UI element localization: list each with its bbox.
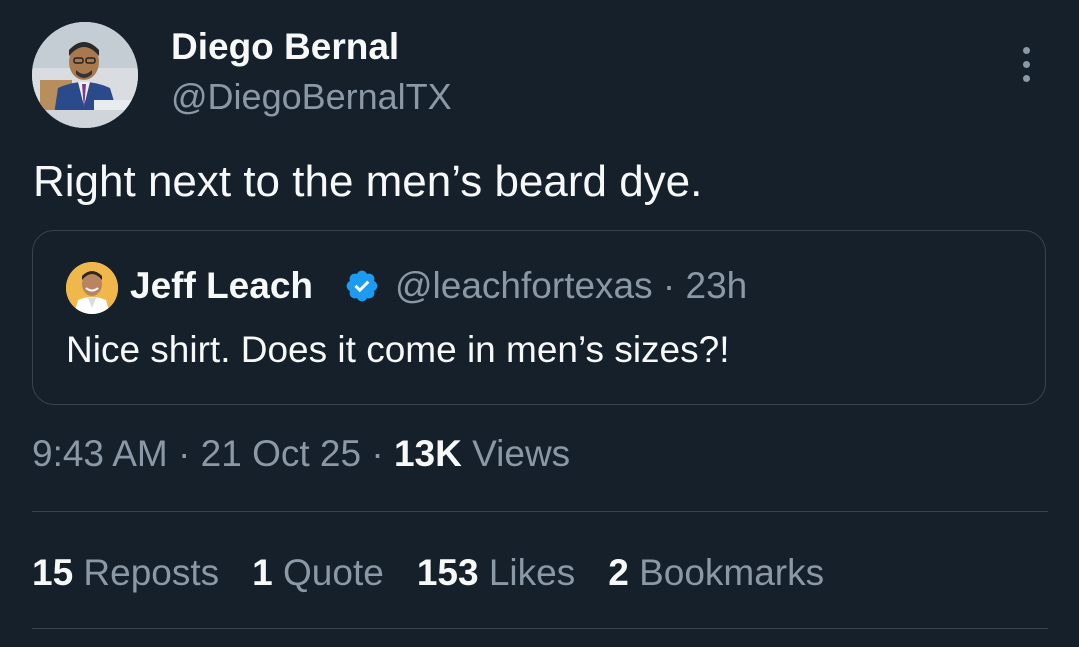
quotes-count: 1 [252,552,273,593]
profile-photo-icon [66,262,118,314]
quoted-author-name[interactable]: Jeff Leach [130,261,313,311]
verified-badge-icon [346,270,378,302]
quoted-tweet-text: Nice shirt. Does it come in men’s sizes?… [66,329,730,370]
likes-count: 153 [416,552,479,593]
profile-photo-icon [32,22,138,128]
reposts-count: 15 [32,552,74,593]
tweet-meta: 9:43 AM · 21 Oct 25 · 13K Views [32,429,570,479]
more-dots-icon [1022,46,1030,54]
likes-label: Likes [478,552,576,593]
more-dot [1022,74,1030,82]
more-dot [1022,60,1030,68]
meta-separator: · [361,433,394,474]
engagement-stats: 15 Reposts 1 Quote 153 Likes 2 Bookmarks [32,548,857,598]
views-label: Views [461,433,571,474]
tweet-time[interactable]: 9:43 AM [32,433,168,474]
likes-stat[interactable]: 153 Likes [417,548,575,598]
quoted-author-avatar[interactable] [66,262,118,314]
quoted-author-handle-time[interactable]: @leachfortexas · 23h [395,261,747,311]
author-handle[interactable]: @DiegoBernalTX [171,74,452,120]
views-count: 13K [393,433,462,474]
author-name[interactable]: Diego Bernal [171,24,399,70]
author-avatar[interactable] [32,22,138,128]
quotes-stat[interactable]: 1 Quote [252,548,384,598]
divider [32,511,1048,512]
meta-separator: · [167,433,201,474]
reposts-label: Reposts [73,552,220,593]
quotes-label: Quote [272,552,384,593]
tweet-text: Right next to the men’s beard dye. [33,157,703,206]
bookmarks-stat[interactable]: 2 Bookmarks [608,548,824,598]
reposts-stat[interactable]: 15 Reposts [32,548,219,598]
bookmarks-label: Bookmarks [628,552,825,593]
tweet-date[interactable]: 21 Oct 25 [201,433,361,474]
more-options-button[interactable] [1004,42,1048,86]
bookmarks-count: 2 [608,552,629,593]
quoted-tweet-card[interactable]: Jeff Leach @leachfortexas · 23h Nice shi… [32,230,1046,405]
divider [32,628,1048,629]
